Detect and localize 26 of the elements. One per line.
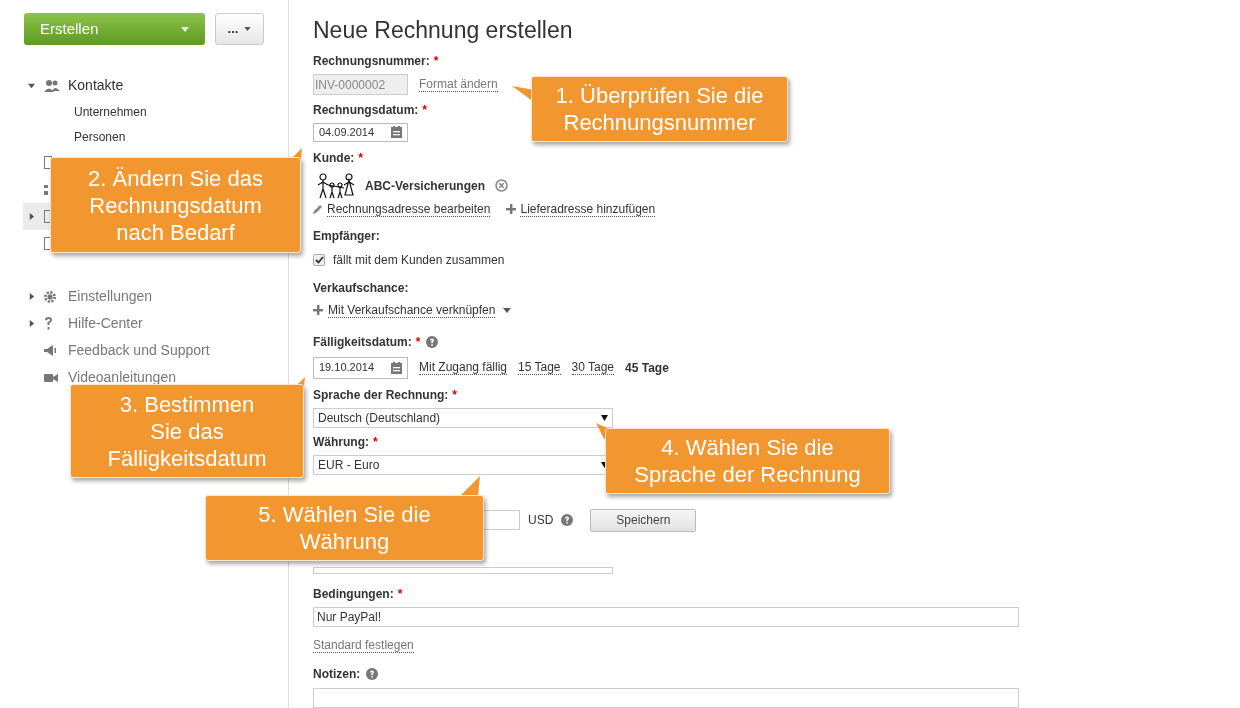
field-label: Rechnungsdatum: xyxy=(313,102,419,119)
field-label: Bedingungen: xyxy=(313,586,394,604)
field-label: Rechnungsnummer: xyxy=(313,53,430,70)
callout-tooltip: 3. Bestimmen Sie das Fälligkeitsdatum xyxy=(70,384,304,478)
currency-code: USD xyxy=(528,512,554,529)
required-mark: * xyxy=(452,386,458,404)
field-label: Kunde: xyxy=(313,149,355,167)
customer-name: ABC-Versicherungen xyxy=(365,177,486,195)
required-mark: * xyxy=(373,433,378,451)
callout-tooltip: 1. Überprüfen Sie die Rechnungsnummer xyxy=(531,76,788,142)
field-label: Empfänger: xyxy=(313,227,380,245)
callout-tooltip: 5. Wählen Sie die Währung xyxy=(205,495,484,561)
callout-tooltip: 4. Wählen Sie die Sprache der Rechnung xyxy=(605,428,890,494)
field-label: Währung: xyxy=(313,433,369,451)
field-label: Notizen: xyxy=(313,666,361,684)
required-mark: * xyxy=(422,102,427,119)
field-label: Fälligkeitsdatum: xyxy=(313,333,412,351)
required-mark: * xyxy=(433,53,439,70)
page-title: Neue Rechnung erstellen xyxy=(313,16,574,44)
field-label: Sprache der Rechnung: xyxy=(313,386,449,404)
required-mark: * xyxy=(397,586,403,604)
callout-tooltip: 2. Ändern Sie das Rechnungsdatum nach Bedarf xyxy=(50,157,301,253)
required-mark: * xyxy=(358,149,363,167)
required-mark: * xyxy=(415,333,421,351)
field-label: Verkaufschance: xyxy=(313,279,409,297)
checkbox-label: fällt mit dem Kunden zusammen xyxy=(333,251,505,269)
